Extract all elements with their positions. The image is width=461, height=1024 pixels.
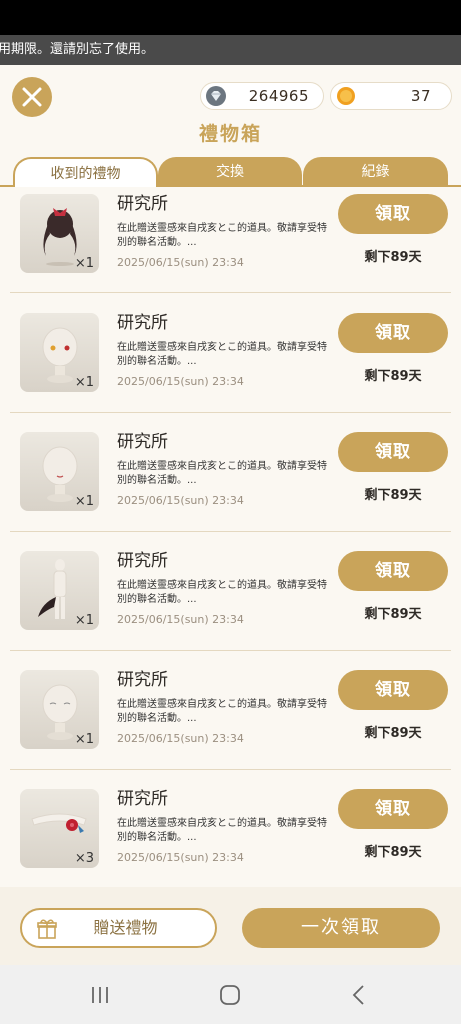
claim-all-button[interactable]: 一次領取: [242, 908, 440, 948]
claim-button[interactable]: 領取: [338, 551, 448, 591]
status-bar: [0, 0, 461, 35]
close-icon: [22, 87, 42, 107]
gift-quantity: ×1: [74, 613, 94, 628]
days-remaining: 剩下89天: [364, 607, 422, 622]
gold-amount: 37: [410, 87, 431, 105]
gift-item: ×3 研究所 在此贈送靈感來自戌亥とこ的道具。敬請享受特別的聯名活動。... 2…: [10, 770, 451, 887]
gift-thumbnail: ×1: [20, 551, 99, 630]
claim-button[interactable]: 領取: [338, 194, 448, 234]
days-remaining: 剩下89天: [364, 369, 422, 384]
gift-date: 2025/06/15(sun) 23:34: [117, 851, 244, 864]
diamond-icon: [206, 86, 226, 106]
send-gift-label: 贈送禮物: [93, 918, 158, 937]
gift-quantity: ×1: [74, 375, 94, 390]
page-title: 禮物箱: [198, 123, 262, 145]
gift-quantity: ×3: [74, 851, 94, 866]
gift-description: 在此贈送靈感來自戌亥とこ的道具。敬請享受特別的聯名活動。...: [117, 818, 327, 843]
claim-button[interactable]: 領取: [338, 670, 448, 710]
ticker-text: 用期限。還請別忘了使用。: [0, 42, 155, 57]
gift-name: 研究所: [117, 313, 168, 333]
gift-thumbnail: ×3: [20, 789, 99, 868]
gift-date: 2025/06/15(sun) 23:34: [117, 256, 244, 269]
days-remaining: 剩下89天: [364, 250, 422, 265]
gift-name: 研究所: [117, 432, 168, 452]
tab-exchange[interactable]: 交換: [158, 157, 302, 187]
footer-bar: 贈送禮物 一次領取: [0, 887, 461, 965]
gift-date: 2025/06/15(sun) 23:34: [117, 375, 244, 388]
tab-bar: 收到的禮物 交換 紀錄: [0, 157, 461, 187]
gift-item: ×1 研究所 在此贈送靈感來自戌亥とこ的道具。敬請享受特別的聯名活動。... 2…: [10, 532, 451, 651]
gift-description: 在此贈送靈感來自戌亥とこ的道具。敬請享受特別的聯名活動。...: [117, 223, 327, 248]
gem-counter: 264965: [200, 82, 324, 110]
gift-description: 在此贈送靈感來自戌亥とこ的道具。敬請享受特別的聯名活動。...: [117, 342, 327, 367]
gift-name: 研究所: [117, 670, 168, 690]
gift-date: 2025/06/15(sun) 23:34: [117, 494, 244, 507]
gift-description: 在此贈送靈感來自戌亥とこ的道具。敬請享受特別的聯名活動。...: [117, 699, 327, 724]
claim-button[interactable]: 領取: [338, 432, 448, 472]
gift-quantity: ×1: [74, 494, 94, 509]
coin-icon: [337, 87, 355, 105]
gift-item: ×1 研究所 在此贈送靈感來自戌亥とこ的道具。敬請享受特別的聯名活動。... 2…: [10, 294, 451, 413]
claim-button[interactable]: 領取: [338, 789, 448, 829]
system-nav-bar: [0, 965, 461, 1024]
gift-thumbnail: ×1: [20, 432, 99, 511]
claim-button[interactable]: 領取: [338, 313, 448, 353]
gift-name: 研究所: [117, 551, 168, 571]
gift-item: ×1 研究所 在此贈送靈感來自戌亥とこ的道具。敬請享受特別的聯名活動。... 2…: [10, 187, 451, 293]
gift-box-panel: 264965 37 禮物箱 收到的禮物 交換 紀錄 ×1 研究所 在此贈送靈感來…: [0, 65, 461, 965]
back-icon[interactable]: [347, 985, 371, 1005]
gift-name: 研究所: [117, 789, 168, 809]
gift-thumbnail: ×1: [20, 313, 99, 392]
gift-name: 研究所: [117, 194, 168, 214]
gift-description: 在此贈送靈感來自戌亥とこ的道具。敬請享受特別的聯名活動。...: [117, 580, 327, 605]
gift-date: 2025/06/15(sun) 23:34: [117, 732, 244, 745]
notice-ticker: 用期限。還請別忘了使用。: [0, 35, 461, 65]
home-icon[interactable]: [218, 985, 242, 1005]
gift-quantity: ×1: [74, 256, 94, 271]
gift-date: 2025/06/15(sun) 23:34: [117, 613, 244, 626]
gift-item: ×1 研究所 在此贈送靈感來自戌亥とこ的道具。敬請享受特別的聯名活動。... 2…: [10, 651, 451, 770]
gift-list[interactable]: ×1 研究所 在此贈送靈感來自戌亥とこ的道具。敬請享受特別的聯名活動。... 2…: [0, 187, 461, 887]
days-remaining: 剩下89天: [364, 726, 422, 741]
days-remaining: 剩下89天: [364, 845, 422, 860]
tab-received-gifts[interactable]: 收到的禮物: [13, 157, 158, 187]
gift-quantity: ×1: [74, 732, 94, 747]
tab-log[interactable]: 紀錄: [303, 157, 448, 187]
recent-apps-icon[interactable]: [88, 985, 112, 1005]
gem-amount: 264965: [248, 87, 309, 105]
gift-item: ×1 研究所 在此贈送靈感來自戌亥とこ的道具。敬請享受特別的聯名活動。... 2…: [10, 413, 451, 532]
days-remaining: 剩下89天: [364, 488, 422, 503]
gift-thumbnail: ×1: [20, 670, 99, 749]
gift-description: 在此贈送靈感來自戌亥とこ的道具。敬請享受特別的聯名活動。...: [117, 461, 327, 486]
send-gift-button[interactable]: 贈送禮物: [20, 908, 217, 948]
gift-thumbnail: ×1: [20, 194, 99, 273]
gold-counter: 37: [330, 82, 452, 110]
close-button[interactable]: [12, 77, 52, 117]
